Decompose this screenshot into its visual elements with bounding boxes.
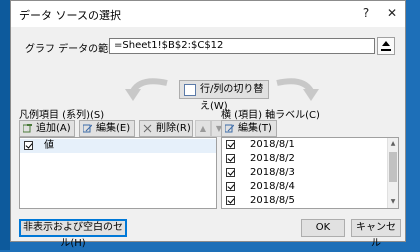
axis-label: 2018/8/3 bbox=[250, 167, 295, 178]
desktop-background bbox=[0, 0, 10, 250]
list-item[interactable]: 2018/8/4 bbox=[222, 180, 388, 194]
list-item[interactable]: 値 bbox=[20, 139, 216, 153]
close-button[interactable]: ✕ bbox=[381, 3, 403, 23]
help-button[interactable]: ? bbox=[355, 3, 377, 23]
axis-checkbox[interactable] bbox=[226, 140, 235, 149]
add-label: 追加(A) bbox=[36, 123, 71, 134]
axis-label: 2018/8/2 bbox=[250, 153, 295, 164]
move-up-icon: ▲ bbox=[199, 124, 207, 133]
axis-checkbox[interactable] bbox=[226, 182, 235, 191]
list-item[interactable]: 2018/8/2 bbox=[222, 152, 388, 166]
ok-button[interactable]: OK bbox=[301, 219, 345, 237]
axis-checkbox[interactable] bbox=[226, 196, 235, 205]
delete-series-button[interactable]: 削除(R) bbox=[139, 120, 193, 137]
edit-series-button[interactable]: 編集(E) bbox=[79, 120, 135, 137]
switch-row-column-button[interactable]: 行/列の切り替え(W) bbox=[179, 80, 269, 112]
axis-panel-title: 横 (項目) 軸ラベル(C) bbox=[221, 110, 320, 121]
scroll-thumb[interactable] bbox=[389, 152, 397, 182]
chart-data-range-input[interactable]: =Sheet1!$B$2:$C$12 bbox=[109, 38, 375, 54]
axis-label: 2018/8/4 bbox=[250, 181, 295, 192]
switch-icon bbox=[184, 84, 196, 96]
add-icon bbox=[23, 124, 32, 133]
edit-label: 編集(E) bbox=[96, 123, 131, 134]
series-label: 値 bbox=[44, 140, 54, 151]
list-item[interactable]: 2018/8/1 bbox=[222, 138, 388, 152]
collapse-icon bbox=[381, 41, 391, 51]
edit-icon bbox=[83, 124, 92, 133]
axis-scrollbar[interactable]: ▲ ▼ bbox=[387, 138, 398, 208]
series-list: 値 bbox=[19, 137, 217, 209]
move-up-button[interactable]: ▲ bbox=[195, 120, 211, 137]
edit-axis-button[interactable]: 編集(T) bbox=[221, 120, 277, 137]
series-panel-title: 凡例項目 (系列)(S) bbox=[19, 110, 105, 121]
scroll-up-icon[interactable]: ▲ bbox=[388, 139, 398, 149]
axis-toolbar: 編集(T) bbox=[221, 120, 281, 138]
axis-labels-list: 2018/8/1 2018/8/2 2018/8/3 2018/8/4 2018… bbox=[221, 137, 399, 209]
arrow-left-icon bbox=[125, 78, 168, 101]
axis-checkbox[interactable] bbox=[226, 154, 235, 163]
list-item[interactable]: 2018/8/3 bbox=[222, 166, 388, 180]
axis-label: 2018/8/1 bbox=[250, 139, 295, 150]
title-bar: データ ソースの選択 ? ✕ bbox=[11, 1, 405, 27]
scroll-down-icon[interactable]: ▼ bbox=[388, 197, 398, 207]
cancel-button[interactable]: キャンセル bbox=[351, 219, 401, 249]
hidden-empty-cells-button[interactable]: 非表示および空白のセル(H) bbox=[19, 219, 127, 249]
list-item[interactable]: 2018/8/5 bbox=[222, 194, 388, 208]
arrow-right-icon bbox=[276, 78, 319, 101]
series-toolbar: 追加(A) 編集(E) 削除(R) ▲ ▼ bbox=[19, 120, 227, 138]
delete-label: 削除(R) bbox=[156, 123, 191, 134]
select-data-source-dialog: データ ソースの選択 ? ✕ グラフ データの範囲(D): =Sheet1!$B… bbox=[10, 0, 406, 249]
series-checkbox[interactable] bbox=[24, 141, 33, 150]
edit-axis-label: 編集(T) bbox=[238, 123, 272, 134]
dialog-title: データ ソースの選択 bbox=[19, 9, 121, 22]
collapse-dialog-button[interactable] bbox=[377, 37, 395, 55]
axis-checkbox[interactable] bbox=[226, 168, 235, 177]
delete-icon bbox=[143, 124, 152, 133]
add-series-button[interactable]: 追加(A) bbox=[19, 120, 75, 137]
edit-icon bbox=[225, 124, 234, 133]
axis-label: 2018/8/5 bbox=[250, 195, 295, 206]
